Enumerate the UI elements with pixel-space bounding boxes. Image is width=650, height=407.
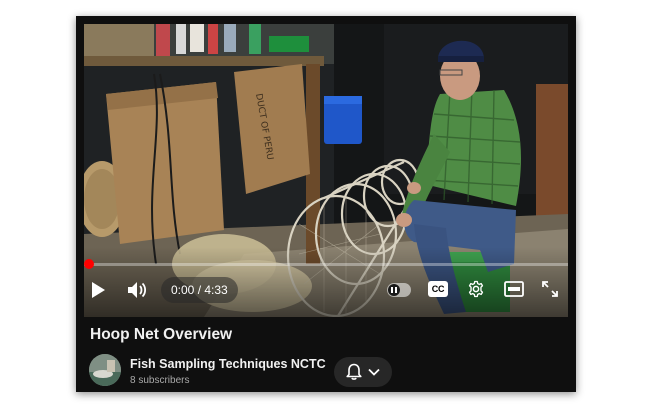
play-icon	[92, 282, 105, 298]
autoplay-pause-icon	[388, 284, 400, 296]
volume-icon	[128, 282, 147, 298]
subscriber-count: 8 subscribers	[130, 375, 190, 386]
progress-bar[interactable]	[84, 259, 568, 269]
time-separator: /	[194, 283, 205, 297]
avatar-image	[89, 354, 121, 386]
fullscreen-icon	[542, 281, 558, 297]
current-time: 0:00	[171, 283, 195, 297]
subscription-bell-button[interactable]	[334, 357, 392, 387]
play-button[interactable]	[88, 280, 108, 300]
controls-overlay	[84, 247, 568, 317]
channel-name[interactable]: Fish Sampling Techniques NCTC	[130, 357, 326, 371]
channel-avatar[interactable]	[89, 354, 121, 386]
captions-button[interactable]: CC	[428, 281, 448, 297]
progress-scrubber[interactable]	[84, 259, 94, 269]
mute-button[interactable]	[126, 280, 148, 300]
settings-button[interactable]	[466, 279, 486, 299]
gear-icon	[468, 280, 484, 298]
captions-icon: CC	[431, 284, 445, 294]
bell-icon	[346, 363, 362, 380]
time-display: 0:00 / 4:33	[161, 277, 238, 303]
autoplay-toggle[interactable]	[387, 283, 411, 297]
theater-mode-icon	[504, 281, 524, 297]
fullscreen-button[interactable]	[540, 279, 560, 299]
video-card: DUCT OF PERU 0:00 / 4:33 CC Hoop Net Ove…	[76, 16, 576, 392]
duration: 4:33	[204, 283, 228, 297]
chevron-down-icon	[368, 368, 380, 376]
video-title[interactable]: Hoop Net Overview	[90, 326, 232, 344]
theater-mode-button[interactable]	[503, 279, 525, 299]
video-player[interactable]: DUCT OF PERU 0:00 / 4:33 CC	[84, 24, 568, 317]
